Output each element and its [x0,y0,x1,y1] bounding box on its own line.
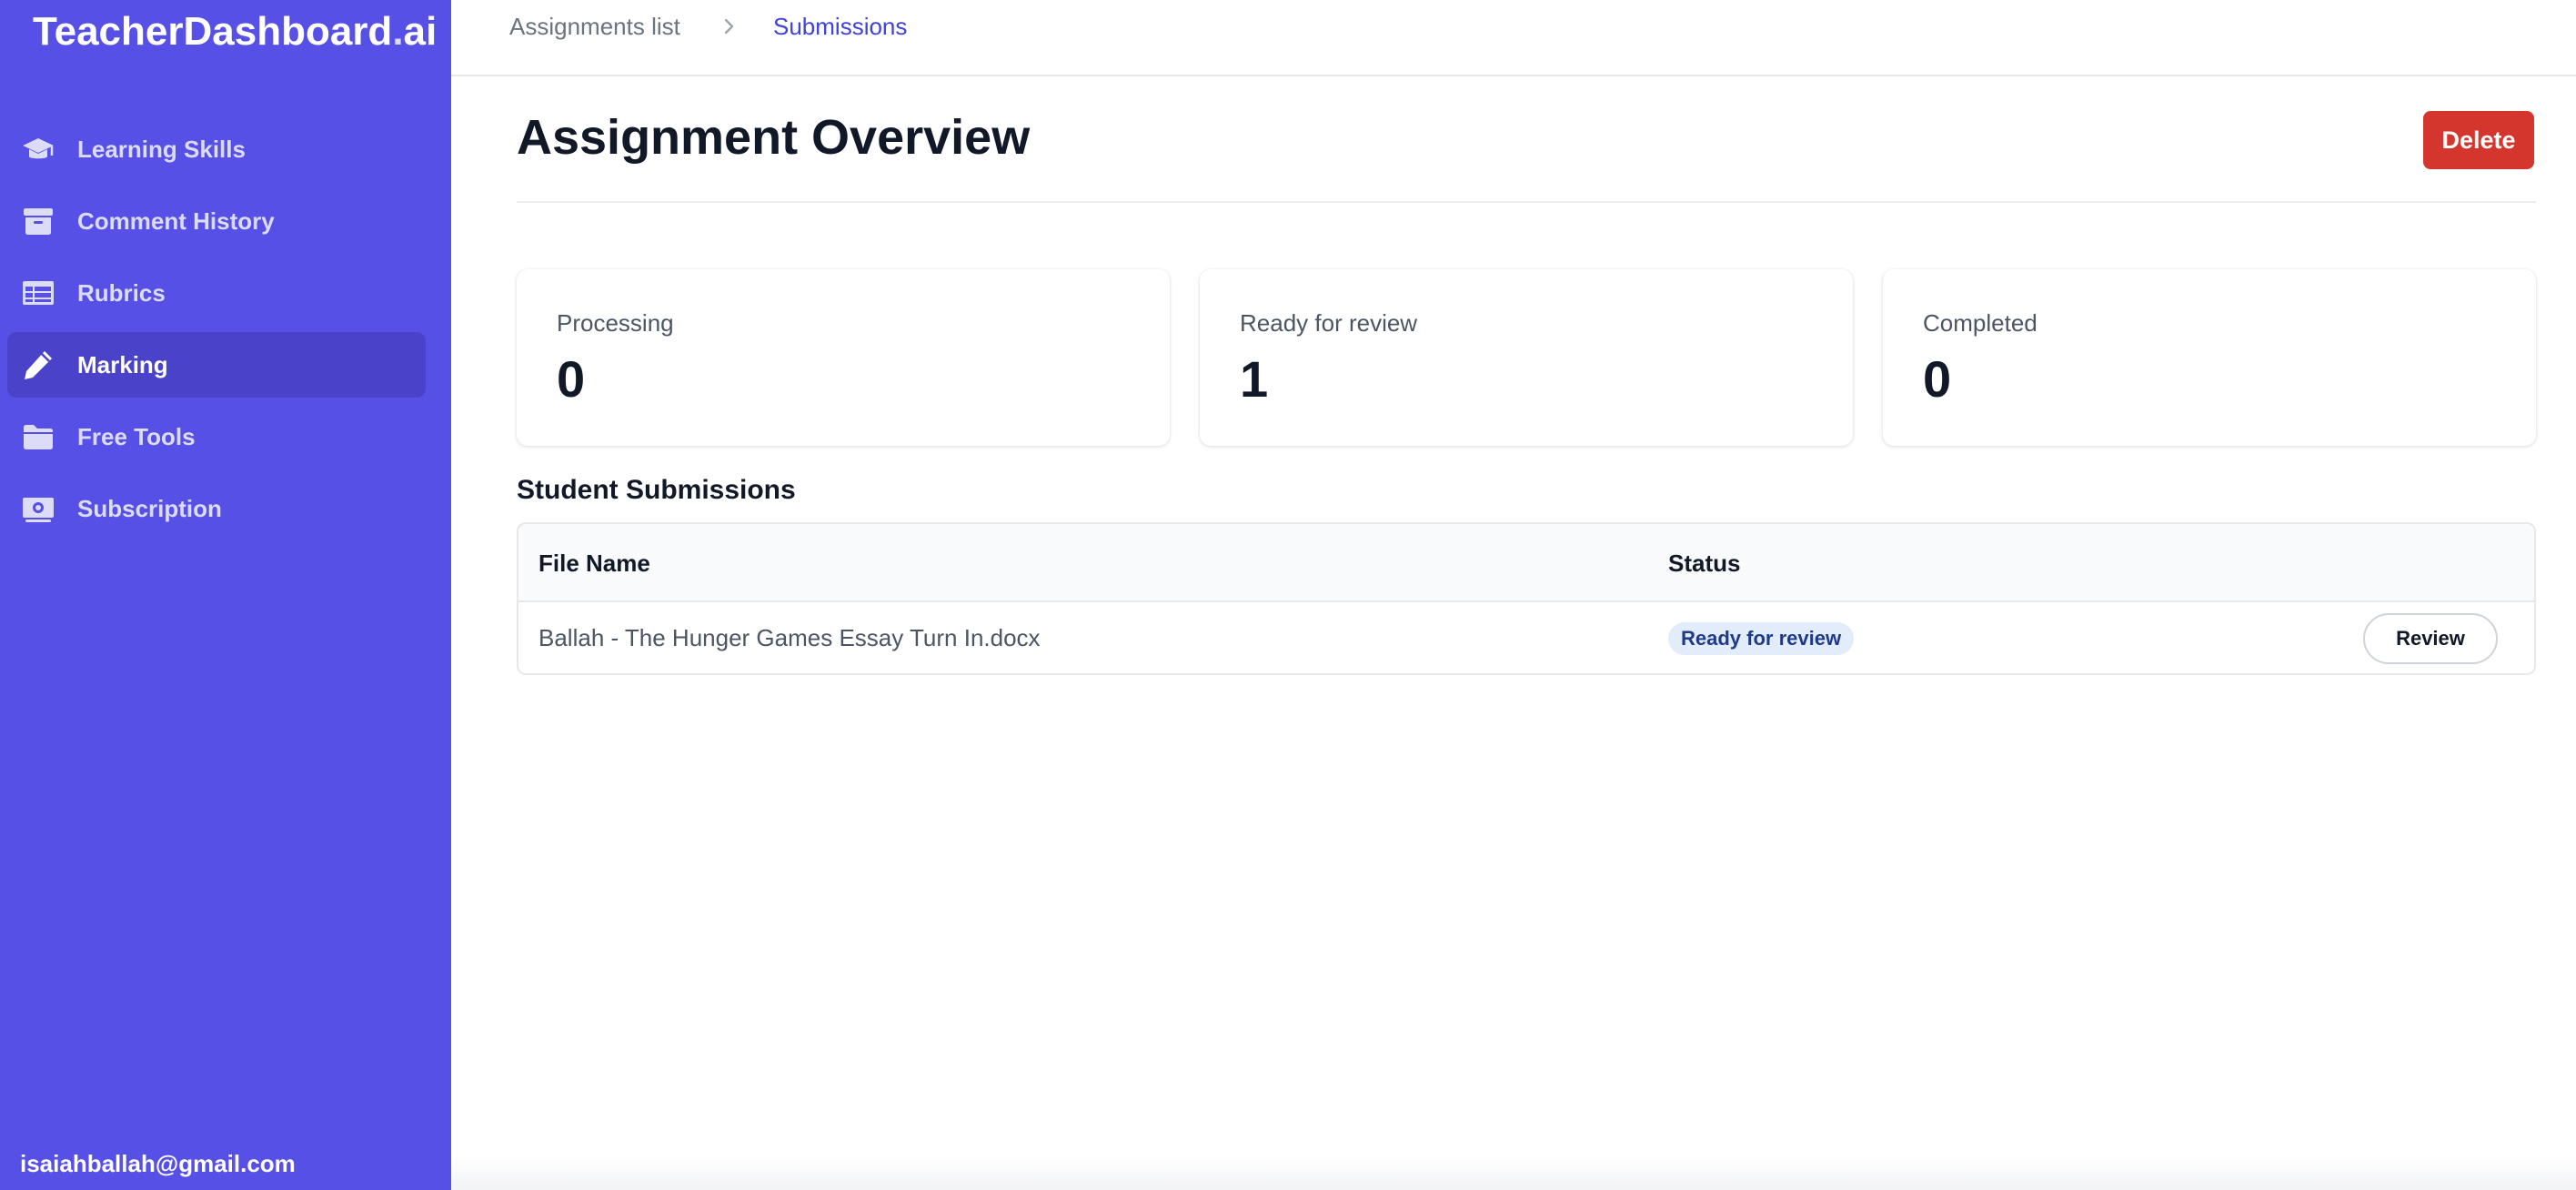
column-header-file-name: File Name [538,550,650,577]
folder-icon [24,425,53,449]
submissions-section-title: Student Submissions [517,475,796,505]
stat-card-ready-for-review: Ready for review 1 [1200,269,1853,446]
breadcrumb-assignments-list[interactable]: Assignments list [509,13,680,41]
sidebar-item-label: Rubrics [77,278,166,307]
graduation-cap-icon [23,138,54,159]
sidebar-item-label: Free Tools [77,422,196,450]
sidebar-item-label: Learning Skills [77,135,246,163]
sidebar-item-label: Subscription [77,494,222,522]
column-header-status: Status [1668,550,1741,577]
table-row: Ballah - The Hunger Games Essay Turn In.… [518,602,2534,673]
title-divider [517,201,2536,203]
brand-dot: . [392,9,404,54]
brand-name: TeacherDashboard [33,9,393,54]
review-button[interactable]: Review [2363,613,2498,664]
stat-value: 0 [1923,350,1952,408]
submissions-table: File Name Status Ballah - The Hunger Gam… [517,522,2536,675]
breadcrumb: Assignments list Submissions [451,0,2576,76]
stat-card-processing: Processing 0 [517,269,1170,446]
table-header: File Name Status [518,524,2534,602]
breadcrumb-submissions[interactable]: Submissions [773,13,907,41]
stat-label: Processing [557,309,674,337]
stat-value: 1 [1240,350,1269,408]
archive-box-icon [24,208,53,235]
brand-logo[interactable]: TeacherDashboard.ai [33,9,437,55]
delete-button[interactable]: Delete [2423,111,2534,169]
sidebar-item-label: Marking [77,350,168,378]
sidebar-item-comment-history[interactable]: Comment History [7,188,426,254]
file-name-cell: Ballah - The Hunger Games Essay Turn In.… [538,624,1041,651]
app-root: TeacherDashboard.ai Learning Skills Comm… [0,0,2576,1190]
brand-suffix: ai [403,9,438,54]
sidebar-item-label: Comment History [77,207,275,235]
pencil-icon [25,351,52,379]
status-badge: Ready for review [1668,622,1855,655]
sidebar-item-rubrics[interactable]: Rubrics [7,260,426,326]
table-icon [23,281,54,305]
user-email[interactable]: isaiahballah@gmail.com [20,1150,296,1178]
banknote-icon [23,498,54,522]
sidebar-item-subscription[interactable]: Subscription [7,476,426,541]
stat-value: 0 [557,350,586,408]
chevron-right-icon [724,18,734,35]
bottom-shadow [451,1155,2576,1190]
stat-label: Ready for review [1240,309,1418,337]
sidebar: TeacherDashboard.ai Learning Skills Comm… [0,0,451,1190]
sidebar-item-learning-skills[interactable]: Learning Skills [7,116,426,182]
sidebar-item-free-tools[interactable]: Free Tools [7,404,426,469]
stat-label: Completed [1923,309,2038,337]
sidebar-item-marking[interactable]: Marking [7,332,426,398]
page-title: Assignment Overview [517,110,1031,165]
stat-card-completed: Completed 0 [1883,269,2536,446]
